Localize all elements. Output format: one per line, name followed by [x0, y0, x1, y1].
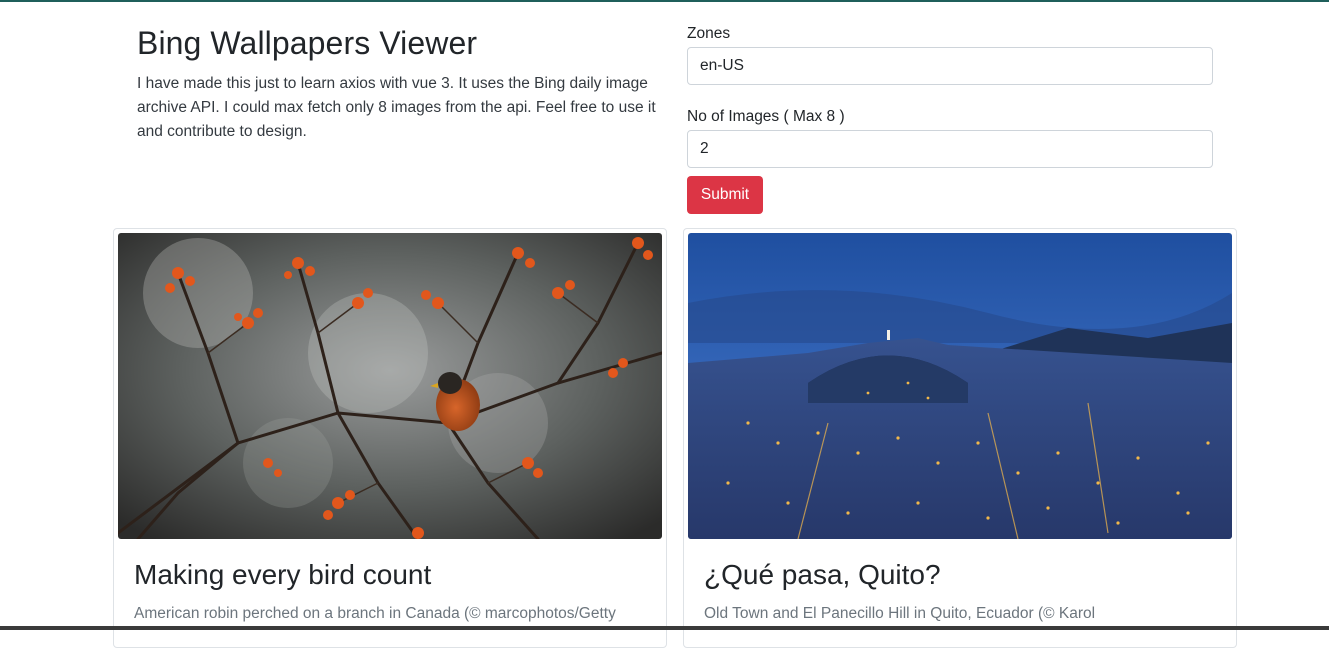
- wallpaper-query-form: Zones No of Images ( Max 8 ) Submit: [687, 24, 1213, 214]
- card-title: Making every bird count: [134, 559, 432, 590]
- zones-input[interactable]: [687, 47, 1213, 85]
- wallpaper-card: Making every bird count American robin p…: [113, 228, 667, 648]
- wallpaper-card: ¿Qué pasa, Quito? Old Town and El Paneci…: [683, 228, 1237, 648]
- image-count-input[interactable]: [687, 130, 1213, 168]
- wallpaper-image-quito[interactable]: [688, 233, 1232, 539]
- card-title: ¿Qué pasa, Quito?: [704, 559, 941, 590]
- image-count-label: No of Images ( Max 8 ): [687, 108, 845, 125]
- header-section: Bing Wallpapers Viewer I have made this …: [137, 24, 667, 144]
- wallpaper-image-robin[interactable]: [118, 233, 662, 539]
- card-caption: American robin perched on a branch in Ca…: [134, 605, 616, 622]
- page-description: I have made this just to learn axios wit…: [137, 75, 656, 140]
- zones-label: Zones: [687, 25, 731, 42]
- quito-image-art: [688, 233, 1232, 539]
- page-title: Bing Wallpapers Viewer: [137, 25, 478, 61]
- top-accent-rule: [0, 0, 1329, 2]
- bottom-scroll-bar: [0, 626, 1329, 630]
- submit-button[interactable]: Submit: [687, 176, 763, 214]
- robin-image-art: [118, 233, 662, 539]
- card-caption: Old Town and El Panecillo Hill in Quito,…: [704, 605, 1096, 622]
